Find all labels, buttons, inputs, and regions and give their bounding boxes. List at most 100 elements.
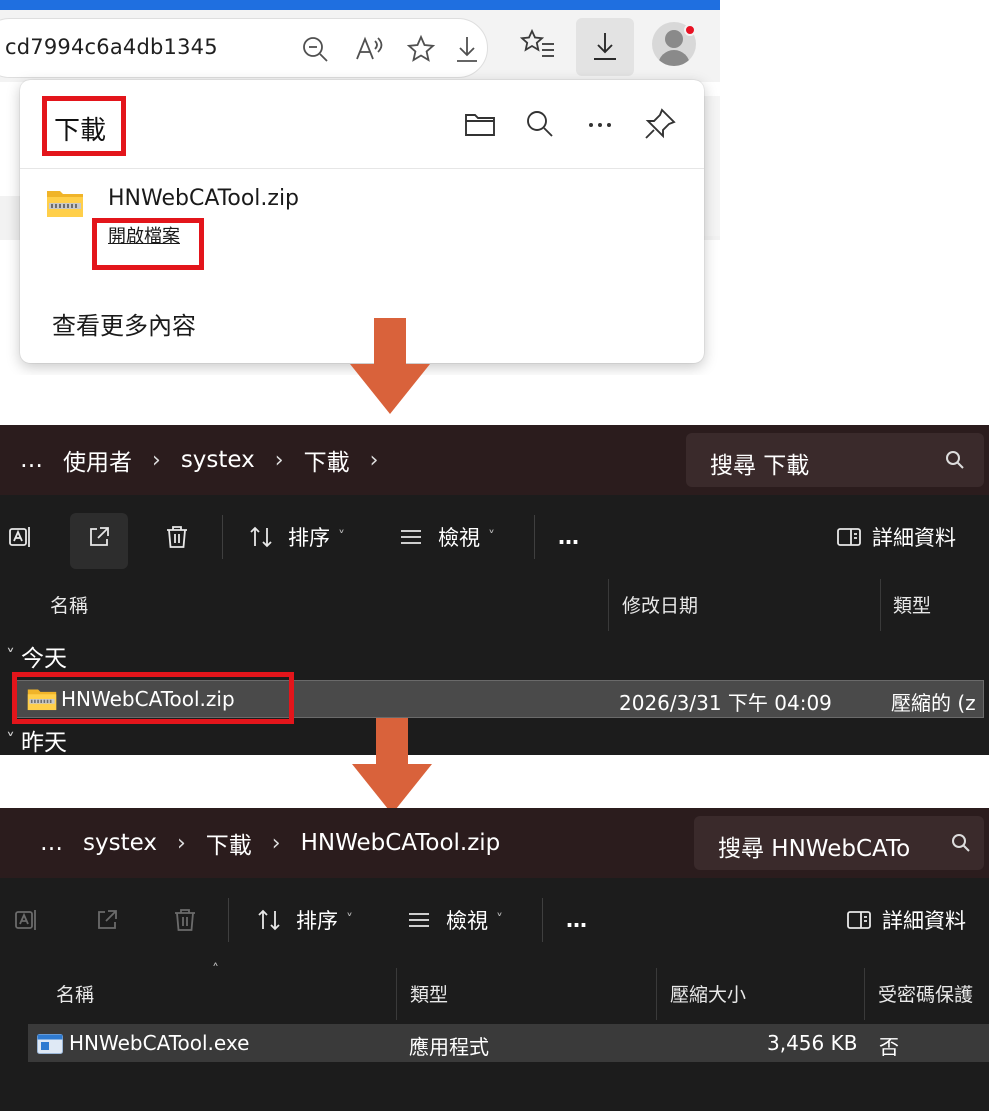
breadcrumb: … 使用者 › systex › 下載 › — [10, 425, 670, 495]
trash-icon — [175, 909, 195, 931]
toolbar-separator — [222, 515, 223, 559]
breadcrumb-downloads[interactable]: 下載 — [206, 826, 252, 860]
details-label: 詳細資料 — [872, 526, 956, 550]
view-button[interactable]: 檢視 ˅ — [406, 878, 503, 962]
share-icon — [98, 910, 117, 929]
see-more-link[interactable]: 查看更多內容 — [52, 306, 196, 341]
zoom-out-icon[interactable] — [299, 33, 331, 65]
chevron-down-icon: ˅ — [488, 529, 495, 545]
breadcrumb: … systex › 下載 › HNWebCATool.zip — [10, 808, 670, 878]
rename-icon — [9, 527, 30, 547]
group-header-today[interactable]: ˅ 今天 — [6, 639, 67, 673]
down-arrow-1 — [350, 318, 430, 414]
column-header-modified[interactable]: 修改日期 — [622, 591, 698, 618]
share-button[interactable] — [86, 495, 112, 579]
search-box[interactable]: 搜尋 下載 — [686, 433, 984, 487]
column-header-compressed-size[interactable]: 壓縮大小 — [670, 980, 746, 1007]
chevron-right-icon: › — [152, 447, 161, 473]
rename-button[interactable] — [14, 878, 40, 962]
chevron-down-icon: ˅ — [6, 729, 15, 751]
file-type: 應用程式 — [409, 1035, 489, 1059]
breadcrumb-systex[interactable]: systex — [181, 447, 255, 473]
column-header-name[interactable]: 名稱 — [56, 980, 94, 1007]
file-password-protected: 否 — [879, 1035, 899, 1059]
favorites-list-icon[interactable] — [519, 26, 556, 62]
down-arrow-2 — [352, 718, 432, 814]
breadcrumb-systex[interactable]: systex — [83, 830, 157, 856]
column-header-type[interactable]: 類型 — [410, 980, 448, 1007]
notification-dot — [684, 24, 696, 36]
column-header-name[interactable]: 名稱 — [50, 591, 88, 618]
zip-folder-icon — [47, 191, 83, 217]
column-header-type[interactable]: 類型 — [893, 591, 931, 618]
downloaded-file-name[interactable]: HNWebCATool.zip — [108, 186, 299, 211]
column-divider — [608, 579, 609, 631]
breadcrumb-zip[interactable]: HNWebCATool.zip — [301, 830, 501, 856]
file-explorer-zip-contents: … systex › 下載 › HNWebCATool.zip 搜尋 HNWeb… — [0, 808, 989, 1111]
rename-button[interactable] — [8, 495, 34, 579]
view-label: 檢視 — [446, 909, 488, 933]
column-divider — [864, 968, 865, 1020]
chevron-right-icon: › — [369, 447, 379, 473]
view-list-icon — [401, 530, 421, 544]
breadcrumb-overflow[interactable]: … — [40, 830, 63, 856]
share-icon — [90, 527, 109, 546]
rename-icon — [15, 910, 36, 930]
highlight-box-title — [42, 96, 126, 156]
more-options-button[interactable]: … — [566, 878, 587, 962]
chevron-down-icon: ˅ — [6, 645, 15, 667]
pin-icon[interactable] — [642, 106, 678, 142]
search-icon[interactable] — [522, 106, 558, 142]
details-pane-button[interactable]: 詳細資料 — [846, 878, 966, 962]
chevron-down-icon: ˅ — [496, 912, 503, 928]
sort-button[interactable]: 排序 ˅ — [256, 878, 353, 962]
sort-button[interactable]: 排序 ˅ — [248, 495, 345, 579]
search-input[interactable]: 搜尋 下載 — [710, 446, 809, 480]
details-pane-button[interactable]: 詳細資料 — [836, 495, 956, 579]
breadcrumb-downloads[interactable]: 下載 — [304, 443, 350, 477]
more-options-button[interactable]: … — [558, 495, 579, 579]
view-button[interactable]: 檢視 ˅ — [398, 495, 495, 579]
chevron-down-icon: ˅ — [338, 529, 345, 545]
trash-icon — [167, 526, 187, 548]
delete-button[interactable] — [164, 495, 190, 579]
favorite-star-icon[interactable] — [405, 33, 437, 65]
sort-icon — [250, 526, 272, 548]
highlight-box-open-file — [92, 218, 204, 270]
view-list-icon — [409, 913, 429, 927]
more-icon[interactable] — [582, 106, 618, 142]
breadcrumb-users[interactable]: 使用者 — [63, 443, 132, 477]
explorer-toolbar: 排序 ˅ 檢視 ˅ … 詳細資料 — [0, 495, 989, 579]
breadcrumb-overflow[interactable]: … — [20, 447, 43, 473]
details-pane-icon — [847, 911, 871, 929]
downloads-button-icon — [594, 33, 616, 60]
file-explorer-downloads: … 使用者 › systex › 下載 › 搜尋 下載 排序 ˅ 檢視 ˅ … … — [0, 425, 989, 755]
chevron-down-icon: ˅ — [346, 912, 353, 928]
open-folder-icon[interactable] — [462, 106, 498, 142]
search-input[interactable]: 搜尋 HNWebCATo — [718, 829, 942, 863]
file-name: HNWebCATool.exe — [69, 1031, 250, 1055]
read-aloud-icon[interactable] — [353, 33, 385, 65]
column-divider — [880, 579, 881, 631]
column-header-password-protected[interactable]: 受密碼保護 — [878, 980, 973, 1007]
search-box[interactable]: 搜尋 HNWebCATo — [694, 816, 984, 870]
group-header-yesterday[interactable]: ˅ 昨天 — [6, 723, 67, 756]
sort-label: 排序 — [288, 526, 330, 550]
downloads-button[interactable] — [576, 18, 634, 76]
column-headers: ˄ 名稱 類型 壓縮大小 受密碼保護 — [0, 962, 989, 1020]
search-icon — [946, 451, 964, 469]
share-button[interactable] — [94, 878, 120, 962]
address-bar[interactable]: cd7994c6a4db1345 — [0, 18, 488, 78]
download-icon[interactable] — [451, 33, 483, 65]
delete-button[interactable] — [172, 878, 198, 962]
view-label: 檢視 — [438, 526, 480, 550]
highlight-box-zip-row — [12, 672, 294, 724]
file-type: 壓縮的 (z — [891, 691, 976, 715]
group-label-yesterday: 昨天 — [21, 730, 67, 755]
explorer-address-bar: … 使用者 › systex › 下載 › 搜尋 下載 — [0, 425, 989, 495]
explorer-toolbar: 排序 ˅ 檢視 ˅ … 詳細資料 — [0, 878, 989, 962]
address-url[interactable]: cd7994c6a4db1345 — [5, 35, 218, 59]
toolbar-separator — [228, 898, 229, 942]
table-row[interactable]: HNWebCATool.exe 應用程式 3,456 KB 否 — [28, 1024, 989, 1062]
toolbar-separator — [542, 898, 543, 942]
